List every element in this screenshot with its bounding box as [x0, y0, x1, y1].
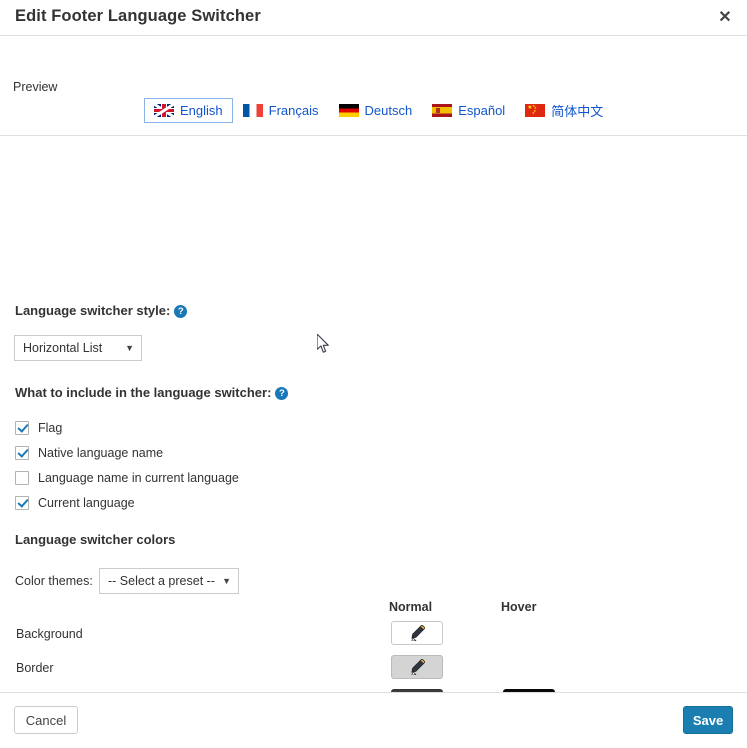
language-item-label: 简体中文 [551, 104, 604, 119]
flag-france-icon [242, 104, 263, 117]
color-swatch-normal[interactable] [391, 655, 443, 679]
preview-section: Preview English Français Deutsch Español ★ ★ ★… [0, 36, 747, 136]
color-themes-label: Color themes: [15, 574, 93, 588]
include-option-row[interactable]: Current language [15, 496, 135, 510]
close-icon[interactable]: ✕ [715, 8, 735, 28]
colors-section-heading: Language switcher colors [15, 532, 176, 547]
modal-footer: Cancel Save [0, 692, 747, 748]
page-title: Edit Footer Language Switcher [15, 7, 261, 25]
checkbox-label: Language name in current language [38, 471, 239, 485]
language-item-label: English [180, 103, 223, 118]
mouse-cursor [317, 334, 329, 353]
color-row-label: Background [16, 627, 83, 641]
preview-label: Preview [13, 80, 58, 94]
chevron-down-icon: ▼ [125, 343, 134, 353]
include-option-row[interactable]: Flag [15, 421, 62, 435]
pencil-icon [411, 625, 425, 641]
include-option-row[interactable]: Native language name [15, 446, 163, 460]
column-header-hover: Hover [501, 600, 537, 614]
chevron-down-icon: ▼ [222, 576, 231, 586]
language-item-germany[interactable]: Deutsch [329, 98, 423, 123]
edit-footer-language-switcher-modal: Edit Footer Language Switcher ✕ Preview … [0, 0, 747, 748]
help-icon-style[interactable]: ? [174, 305, 188, 318]
language-item-label: Français [268, 103, 319, 118]
language-switcher-style-label-text: Language switcher style: [15, 303, 171, 318]
color-themes-select[interactable]: -- Select a preset -- ▼ [99, 568, 239, 594]
include-section-label-text: What to include in the language switcher… [15, 385, 272, 400]
flag-spain-icon [432, 104, 453, 117]
language-item-label: Español [458, 103, 506, 118]
language-item-france[interactable]: Français [233, 98, 329, 123]
column-header-normal: Normal [389, 600, 433, 614]
include-option-row[interactable]: Language name in current language [15, 471, 239, 485]
language-switcher-style-value: Horizontal List [23, 341, 103, 355]
include-section-label: What to include in the language switcher… [15, 385, 289, 400]
checkbox-language-name-in-current-language[interactable] [15, 471, 29, 485]
color-row-label: Border [16, 661, 54, 675]
language-item-spain[interactable]: Español [422, 98, 515, 123]
color-swatch-normal[interactable] [391, 621, 443, 645]
flag-germany-icon [338, 104, 359, 117]
language-switcher-style-select[interactable]: Horizontal List ▼ [14, 335, 142, 361]
checkbox-flag[interactable] [15, 421, 29, 435]
modal-body: Language switcher style:? Horizontal Lis… [0, 136, 747, 747]
cancel-button[interactable]: Cancel [14, 706, 78, 734]
language-switcher-style-label: Language switcher style:? [15, 303, 188, 318]
checkbox-label: Native language name [38, 446, 164, 460]
language-switcher-preview: English Français Deutsch Español ★ ★ ★ ★ ★ 简体中文 [144, 96, 613, 125]
flag-china-icon: ★ ★ ★ ★ ★ [525, 104, 546, 117]
language-item-china[interactable]: ★ ★ ★ ★ ★ 简体中文 [515, 96, 613, 125]
language-item-label: Deutsch [364, 103, 413, 118]
checkbox-label: Flag [38, 421, 63, 435]
checkbox-label: Current language [38, 496, 135, 510]
checkbox-current-language[interactable] [15, 496, 29, 510]
flag-united-kingdom-icon [154, 104, 174, 117]
pencil-icon [411, 659, 425, 675]
modal-header: Edit Footer Language Switcher ✕ [0, 0, 747, 36]
language-item-united-kingdom[interactable]: English [144, 98, 233, 123]
save-button[interactable]: Save [683, 706, 733, 734]
help-icon-include[interactable]: ? [275, 387, 289, 400]
checkbox-native-language-name[interactable] [15, 446, 29, 460]
color-themes-value: -- Select a preset -- [108, 574, 215, 588]
